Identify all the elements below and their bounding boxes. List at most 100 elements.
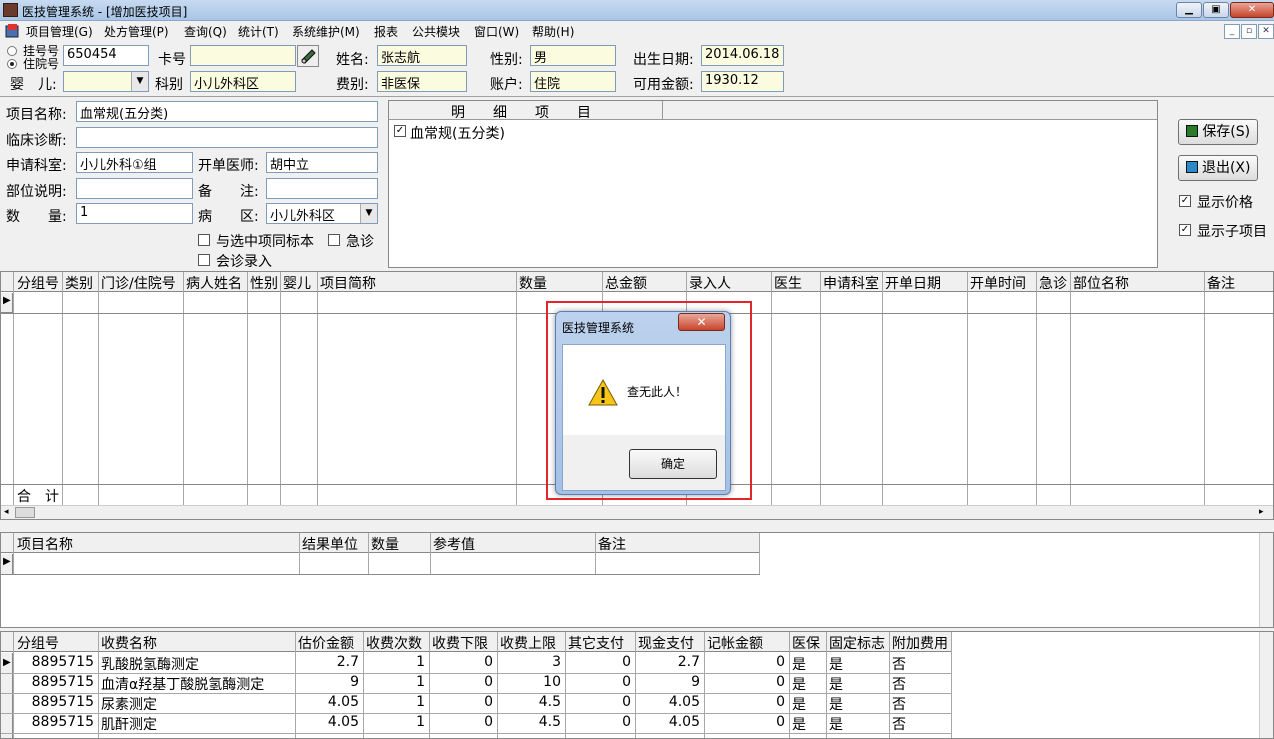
- col-header: 开单日期: [885, 276, 941, 292]
- col-header: 婴儿: [283, 276, 311, 292]
- divider: [820, 272, 821, 506]
- card-field[interactable]: [190, 45, 296, 66]
- mdi-restore-button[interactable]: ▫: [1241, 24, 1257, 39]
- fee-grid[interactable]: 分组号 收费名称 估价金额 收费次数 收费下限 收费上限 其它支付 现金支付 记…: [0, 631, 1274, 739]
- col-header: 记帐金额: [707, 636, 763, 652]
- ward-combo[interactable]: 小儿外科区 ▼: [266, 203, 378, 224]
- item-name-field[interactable]: 血常规(五分类): [76, 101, 378, 122]
- table-cell: 4.5: [538, 714, 561, 730]
- detail-items-header: 明 细 项 目: [389, 101, 1157, 120]
- remark-field[interactable]: [266, 178, 378, 199]
- col-header: 参考值: [433, 537, 475, 553]
- menu-public[interactable]: 公共模块: [412, 23, 460, 40]
- divider: [967, 272, 968, 506]
- col-header: 固定标志: [829, 636, 885, 652]
- same-sample-checkbox[interactable]: [198, 234, 210, 246]
- menu-window[interactable]: 窗口(W): [474, 23, 519, 40]
- col-header: 项目简称: [320, 276, 376, 292]
- table-cell: 1: [416, 654, 425, 670]
- inpatient-number-radio[interactable]: [7, 59, 17, 69]
- card-read-button[interactable]: [297, 45, 319, 67]
- col-header: 性别: [250, 276, 278, 292]
- name-field[interactable]: 张志航: [377, 45, 467, 66]
- doctor-field[interactable]: 胡中立: [266, 152, 378, 173]
- row-pointer-icon: ▶: [3, 657, 11, 668]
- dept-field[interactable]: 小儿外科区: [190, 71, 296, 92]
- menu-report[interactable]: 报表: [374, 23, 398, 40]
- divider: [429, 632, 430, 738]
- row-pointer-icon: ▶: [3, 556, 11, 567]
- result-grid[interactable]: 项目名称 结果单位 数量 参考值 备注 ▶: [0, 532, 1274, 628]
- result-grid-header: 项目名称 结果单位 数量 参考值 备注: [1, 533, 760, 553]
- chevron-down-icon[interactable]: ▼: [360, 204, 377, 223]
- detail-items-panel[interactable]: 明 细 项 目 ✓ 血常规(五分类): [388, 100, 1158, 268]
- diagnosis-label: 临床诊断:: [6, 133, 67, 149]
- divider: [889, 632, 890, 738]
- save-label: 保存(S): [1202, 124, 1251, 140]
- consult-checkbox[interactable]: [198, 254, 210, 266]
- menu-stats[interactable]: 统计(T): [238, 23, 279, 40]
- row-indicator[interactable]: ▶: [1, 554, 13, 574]
- gender-field[interactable]: 男: [530, 45, 616, 66]
- qty-field[interactable]: 1: [76, 203, 193, 224]
- balance-field[interactable]: 1930.12: [701, 71, 784, 92]
- save-icon: [1185, 125, 1198, 137]
- col-header: 开单时间: [970, 276, 1026, 292]
- account-field[interactable]: 住院: [530, 71, 616, 92]
- col-header: 急诊: [1039, 276, 1067, 292]
- table-cell: 0: [776, 654, 785, 670]
- save-button[interactable]: 保存(S): [1178, 119, 1258, 145]
- divider: [247, 272, 248, 506]
- table-cell: 9: [691, 674, 700, 690]
- vertical-scrollbar[interactable]: [1259, 533, 1273, 627]
- name-label: 姓名:: [336, 52, 369, 68]
- remark-label: 备 注:: [198, 184, 259, 200]
- table-cell: 10: [543, 674, 561, 690]
- row-indicator[interactable]: ▶: [1, 293, 13, 313]
- reg-number-radio[interactable]: [7, 46, 17, 56]
- menu-system[interactable]: 系统维护(M): [292, 23, 360, 40]
- diagnosis-field[interactable]: [76, 127, 378, 148]
- col-header: 其它支付: [568, 636, 624, 652]
- vertical-scrollbar[interactable]: [1259, 632, 1273, 738]
- fee-type-field[interactable]: 非医保: [377, 71, 467, 92]
- req-dept-field[interactable]: 小儿外科①组: [76, 152, 193, 173]
- col-header: 部位名称: [1073, 276, 1129, 292]
- table-cell: 0: [776, 674, 785, 690]
- mdi-close-button[interactable]: ✕: [1258, 24, 1274, 39]
- dob-field[interactable]: 2014.06.18: [701, 45, 784, 66]
- scroll-right-icon[interactable]: ▸: [1259, 507, 1264, 517]
- infant-combo[interactable]: ▼: [63, 71, 149, 92]
- patient-id-field[interactable]: 650454: [63, 45, 149, 66]
- table-cell: 否: [892, 677, 906, 693]
- table-cell: 0: [776, 694, 785, 710]
- menu-prescription[interactable]: 处方管理(P): [104, 23, 169, 40]
- horizontal-scrollbar[interactable]: ◂ ▸: [1, 505, 1273, 519]
- title-bar: 医技管理系统 - [增加医技项目] ▁ ▣ ✕: [0, 0, 1274, 21]
- divider: [13, 632, 14, 738]
- site-field[interactable]: [76, 178, 193, 199]
- menu-project[interactable]: 项目管理(G): [26, 23, 93, 40]
- ward-value: 小儿外科区: [270, 209, 336, 224]
- maximize-button[interactable]: ▣: [1203, 2, 1229, 18]
- scroll-left-icon[interactable]: ◂: [4, 507, 9, 517]
- scroll-thumb[interactable]: [15, 507, 35, 518]
- detail-item-checkbox[interactable]: ✓: [394, 125, 406, 137]
- table-cell: 0: [622, 654, 631, 670]
- menu-query[interactable]: 查询(Q): [184, 23, 227, 40]
- table-cell: 是: [829, 657, 843, 673]
- menu-help[interactable]: 帮助(H): [532, 23, 574, 40]
- dob-label: 出生日期:: [633, 52, 694, 68]
- col-header: 医保: [792, 636, 820, 652]
- close-button[interactable]: ✕: [1230, 2, 1274, 18]
- chevron-down-icon[interactable]: ▼: [131, 72, 148, 91]
- col-header: 备注: [598, 537, 626, 553]
- urgent-checkbox[interactable]: [328, 234, 340, 246]
- row-pointer-icon: ▶: [3, 295, 11, 306]
- minimize-button[interactable]: ▁: [1176, 2, 1202, 18]
- show-sub-checkbox[interactable]: ✓: [1179, 224, 1191, 236]
- exit-button[interactable]: 退出(X): [1178, 155, 1258, 181]
- show-price-checkbox[interactable]: ✓: [1179, 195, 1191, 207]
- divider: [0, 96, 1274, 97]
- mdi-minimize-button[interactable]: _: [1224, 24, 1240, 39]
